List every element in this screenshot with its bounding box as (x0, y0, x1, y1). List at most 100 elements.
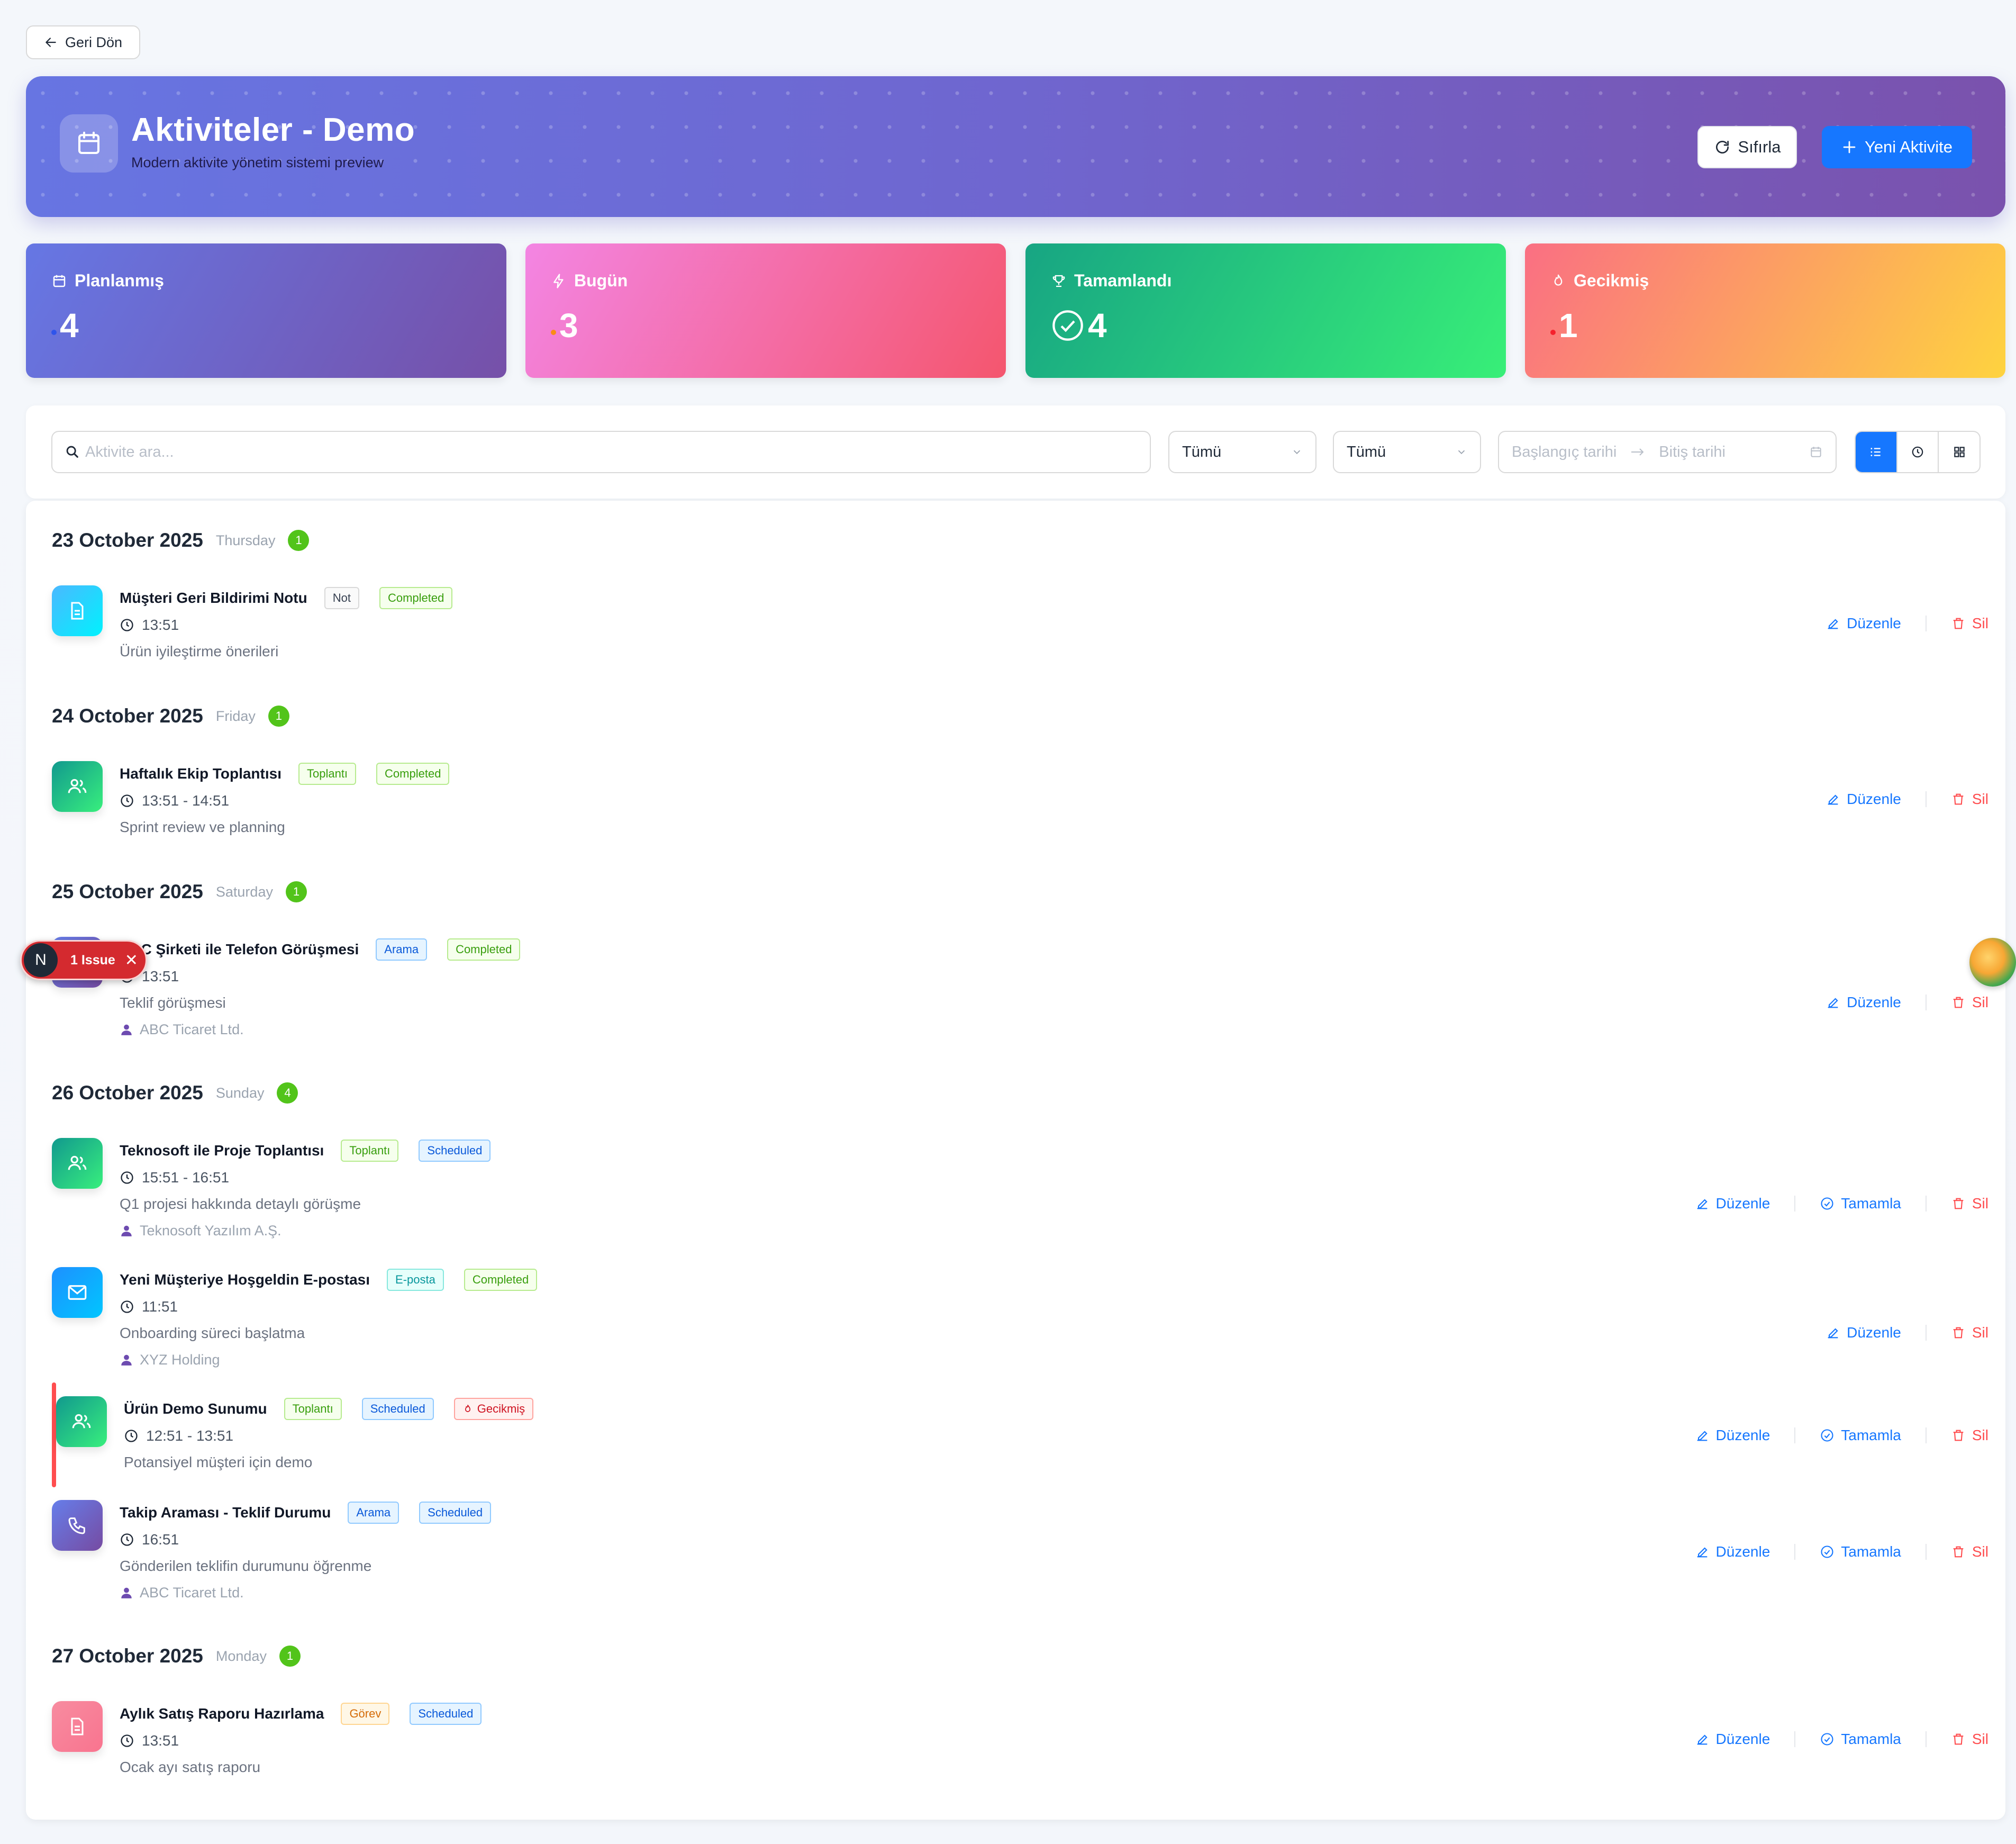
trash-icon (1951, 616, 1966, 631)
assistant-avatar[interactable] (1969, 938, 2016, 987)
company-name: ABC Ticaret Ltd. (140, 1584, 244, 1601)
delete-button[interactable]: Sil (1951, 1324, 1988, 1341)
status-tag: Completed (464, 1269, 538, 1291)
clock-icon (120, 793, 134, 808)
back-button[interactable]: Geri Dön (26, 25, 140, 59)
stat-value: 4 (1088, 306, 1107, 345)
trash-icon (1951, 1196, 1966, 1211)
trash-icon (1951, 1544, 1966, 1559)
chevron-down-icon (1456, 446, 1467, 458)
complete-button[interactable]: Tamamla (1820, 1195, 1901, 1212)
trash-icon (1951, 1428, 1966, 1443)
edit-icon (1826, 995, 1840, 1010)
delete-button[interactable]: Sil (1951, 791, 1988, 808)
type-tag: Toplantı (284, 1398, 342, 1420)
group-date: 24 October 2025 (52, 705, 203, 727)
status-tag: Completed (379, 587, 453, 609)
back-button-label: Geri Dön (65, 34, 123, 50)
group-date: 25 October 2025 (52, 881, 203, 902)
complete-label: Tamamla (1841, 1543, 1901, 1560)
type-select[interactable]: Tümü (1168, 431, 1316, 473)
chevron-down-icon (1291, 446, 1303, 458)
plus-icon (1841, 139, 1857, 155)
clock-icon (120, 618, 134, 632)
complete-button[interactable]: Tamamla (1820, 1731, 1901, 1748)
group-count-badge: 1 (288, 530, 310, 551)
new-activity-button[interactable]: Yeni Aktivite (1822, 126, 1972, 168)
edit-button[interactable]: Düzenle (1695, 1427, 1770, 1444)
search-icon (65, 445, 80, 459)
timeline-view-button[interactable] (1896, 432, 1938, 472)
list-view-button[interactable] (1856, 432, 1896, 472)
status-tag: Completed (447, 938, 521, 961)
view-mode-toggle[interactable] (1855, 431, 1981, 473)
trophy-icon (1051, 273, 1067, 289)
clock-icon (120, 1532, 134, 1547)
type-select-value: Tümü (1182, 443, 1222, 460)
type-tag: Görev (341, 1703, 390, 1725)
edit-icon (1826, 792, 1840, 807)
item-actions: Düzenle Tamamla Sil (1695, 1539, 1988, 1565)
reset-button-label: Sıfırla (1738, 138, 1781, 156)
trash-icon (1951, 995, 1966, 1010)
edit-label: Düzenle (1847, 994, 1901, 1010)
date-group-header: 25 October 2025 Saturday 1 (52, 881, 307, 903)
issue-badge[interactable]: N 1 Issue ✕ (20, 940, 147, 980)
delete-label: Sil (1972, 1543, 1988, 1560)
status-select[interactable]: Tümü (1333, 431, 1481, 473)
group-count-badge: 1 (285, 881, 307, 902)
item-actions: Düzenle Sil (1826, 611, 1988, 636)
type-tag: Arama (348, 1502, 399, 1524)
delete-button[interactable]: Sil (1951, 615, 1988, 632)
edit-button[interactable]: Düzenle (1695, 1543, 1770, 1560)
complete-button[interactable]: Tamamla (1820, 1427, 1901, 1444)
delete-button[interactable]: Sil (1951, 1543, 1988, 1560)
activity-title: Haftalık Ekip Toplantısı (120, 765, 281, 782)
grid-icon (1953, 445, 1966, 459)
edit-button[interactable]: Düzenle (1695, 1195, 1770, 1212)
activity-list: 23 October 2025 Thursday 1 Müşteri Geri … (26, 501, 2005, 1820)
start-date-input[interactable]: Başlangıç tarihi (1512, 444, 1617, 461)
activity-time: 13:51 (142, 968, 179, 984)
edit-button[interactable]: Düzenle (1695, 1731, 1770, 1748)
close-icon[interactable]: ✕ (125, 951, 138, 970)
type-tag: Toplantı (341, 1140, 399, 1162)
divider (1794, 1427, 1796, 1443)
date-range-picker[interactable]: Başlangıç tarihi Bitiş tarihi (1498, 431, 1837, 473)
item-actions: Düzenle Sil (1826, 990, 1988, 1015)
status-tag: Completed (376, 763, 450, 785)
edit-button[interactable]: Düzenle (1826, 1324, 1901, 1341)
status-dot (51, 330, 57, 335)
end-date-input[interactable]: Bitiş tarihi (1659, 444, 1726, 461)
activity-description: Teklif görüşmesi (120, 995, 226, 1011)
divider (1925, 1325, 1927, 1341)
status-select-value: Tümü (1347, 443, 1386, 460)
date-group-header: 24 October 2025 Friday 1 (52, 705, 289, 727)
overdue-indicator (52, 1382, 56, 1487)
search-field[interactable] (51, 431, 1151, 473)
delete-button[interactable]: Sil (1951, 994, 1988, 1011)
edit-button[interactable]: Düzenle (1826, 615, 1901, 632)
date-group-header: 23 October 2025 Thursday 1 (52, 529, 310, 552)
item-actions: Düzenle Tamamla Sil (1695, 1727, 1988, 1752)
filter-bar: Tümü Tümü Başlangıç tarihi Bitiş tarihi (26, 405, 2005, 499)
delete-button[interactable]: Sil (1951, 1427, 1988, 1444)
edit-button[interactable]: Düzenle (1826, 994, 1901, 1011)
reset-button[interactable]: Sıfırla (1697, 126, 1797, 168)
group-date: 26 October 2025 (52, 1082, 203, 1104)
delete-button[interactable]: Sil (1951, 1731, 1988, 1748)
activity-time: 12:51 - 13:51 (146, 1427, 234, 1444)
check-circle-icon (1820, 1732, 1835, 1747)
complete-button[interactable]: Tamamla (1820, 1543, 1901, 1560)
clock-icon (120, 1733, 134, 1748)
delete-label: Sil (1972, 1427, 1988, 1443)
edit-button[interactable]: Düzenle (1826, 791, 1901, 808)
delete-button[interactable]: Sil (1951, 1195, 1988, 1212)
grid-view-button[interactable] (1938, 432, 1979, 472)
search-input[interactable] (85, 443, 1091, 461)
type-tag: Not (324, 587, 359, 609)
activity-description: Gönderilen teklifin durumunu öğrenme (120, 1558, 372, 1574)
new-activity-label: Yeni Aktivite (1864, 138, 1953, 156)
complete-label: Tamamla (1841, 1427, 1901, 1443)
delete-label: Sil (1972, 1195, 1988, 1212)
